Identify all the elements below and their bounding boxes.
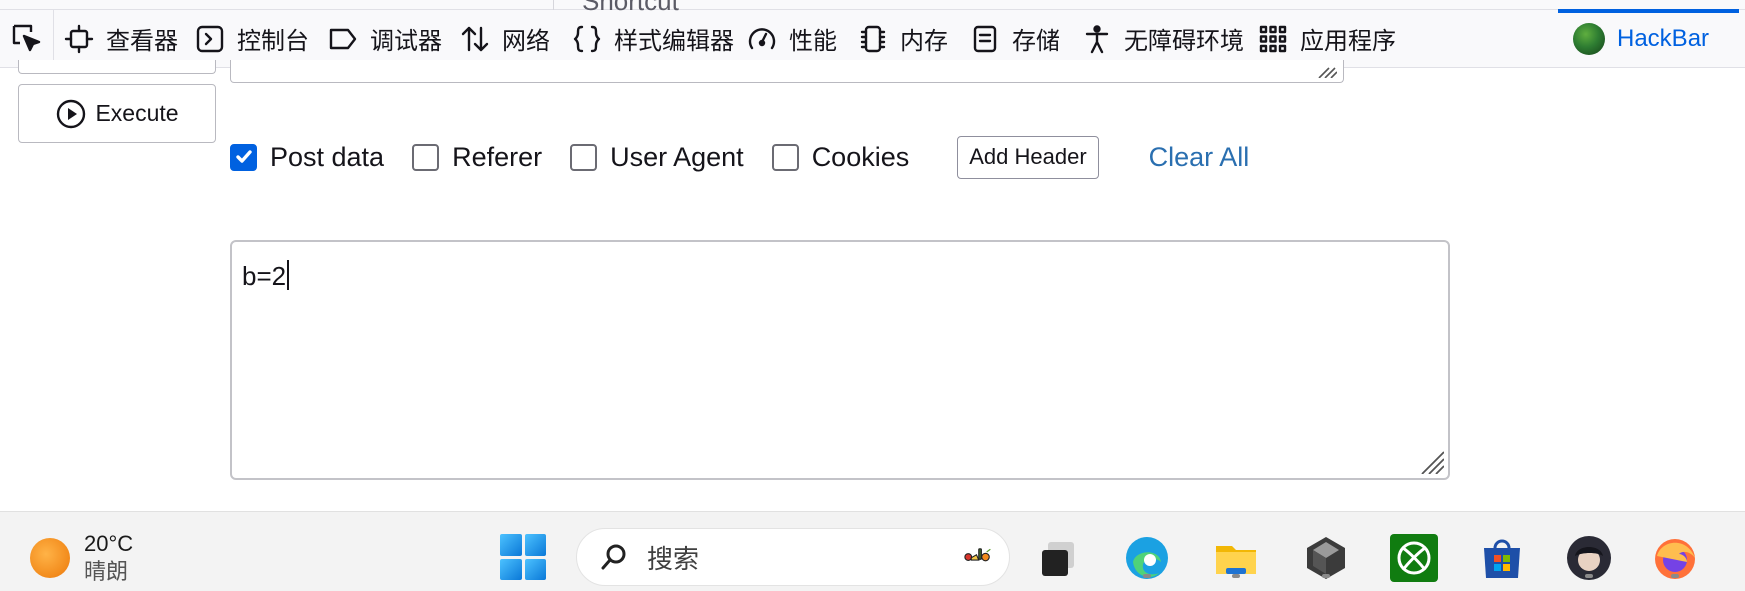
post-body-text: b=2 bbox=[242, 261, 287, 291]
console-icon bbox=[196, 25, 224, 52]
performance-icon bbox=[748, 27, 776, 49]
cookies-checkbox[interactable]: Cookies bbox=[771, 141, 910, 173]
accessibility-icon bbox=[1085, 24, 1109, 53]
taskbar-search[interactable]: 搜索 bbox=[576, 528, 1010, 586]
food-illustration-icon bbox=[964, 548, 991, 562]
option-label: Cookies bbox=[811, 141, 910, 172]
referer-checkbox[interactable]: Referer bbox=[412, 142, 542, 173]
resize-grip-icon[interactable] bbox=[1315, 66, 1337, 78]
element-picker-icon bbox=[12, 24, 40, 51]
user-agent-checkbox[interactable]: User Agent bbox=[570, 142, 744, 173]
tab-label: 内存 bbox=[900, 28, 948, 55]
tab-hackbar[interactable]: HackBar bbox=[1557, 9, 1740, 68]
resize-grip-icon[interactable] bbox=[1418, 448, 1444, 474]
add-header-button[interactable]: Add Header bbox=[957, 135, 1099, 179]
style-editor-icon bbox=[573, 25, 601, 52]
tab-label: 网络 bbox=[502, 28, 550, 55]
unity-icon[interactable] bbox=[1302, 534, 1350, 582]
search-placeholder: 搜索 bbox=[647, 543, 700, 574]
application-icon bbox=[1259, 25, 1287, 52]
checkbox-unchecked-icon[interactable] bbox=[570, 143, 598, 171]
debugger-icon bbox=[329, 28, 357, 49]
tab-label: 控制台 bbox=[237, 28, 309, 55]
play-circle-icon bbox=[57, 99, 86, 128]
tab-label: 性能 bbox=[789, 28, 837, 55]
file-explorer-icon[interactable] bbox=[1212, 534, 1260, 582]
execute-label: Execute bbox=[95, 100, 179, 126]
running-indicator bbox=[1232, 574, 1240, 578]
tab-label: 应用程序 bbox=[1300, 28, 1396, 55]
tab-label: HackBar bbox=[1617, 24, 1710, 52]
post-data-textarea[interactable]: b=2 bbox=[230, 240, 1450, 480]
running-indicator bbox=[1585, 574, 1593, 578]
tab-label: 存储 bbox=[1012, 28, 1060, 55]
tab-label: 无障碍环境 bbox=[1124, 28, 1244, 55]
memory-icon bbox=[860, 25, 886, 52]
edge-icon[interactable] bbox=[1123, 534, 1171, 582]
option-label: Referer bbox=[452, 141, 543, 172]
task-view-icon[interactable] bbox=[1034, 534, 1082, 582]
request-options: Post data Referer User Agent Cookies Add… bbox=[230, 135, 1249, 179]
running-indicator bbox=[1143, 574, 1151, 578]
start-icon[interactable] bbox=[500, 534, 546, 580]
sun-icon bbox=[30, 538, 70, 578]
inspector-icon bbox=[64, 24, 94, 53]
execute-button[interactable]: Execute bbox=[18, 84, 216, 143]
devtools-toolbar: 查看器 控制台 调试器 网络 样式编辑器 性能 内存 存储 无障碍环境 应用程序… bbox=[0, 0, 1745, 68]
running-indicator bbox=[1671, 574, 1679, 578]
tab-label: 查看器 bbox=[106, 28, 178, 55]
xbox-icon[interactable] bbox=[1390, 534, 1438, 582]
storage-icon bbox=[973, 25, 997, 52]
network-icon bbox=[461, 26, 489, 51]
avatar-app-icon[interactable] bbox=[1565, 534, 1613, 582]
clipped-heading: Shortcut bbox=[582, 0, 679, 16]
search-icon bbox=[601, 544, 626, 570]
tab-label: 调试器 bbox=[370, 28, 442, 55]
option-label: Post data bbox=[270, 141, 385, 172]
checkbox-unchecked-icon[interactable] bbox=[412, 143, 440, 171]
microsoft-store-icon[interactable] bbox=[1478, 534, 1526, 582]
option-label: User Agent bbox=[610, 141, 744, 172]
post-data-checkbox[interactable]: Post data bbox=[230, 142, 384, 173]
panel-divider bbox=[553, 0, 554, 10]
text-caret bbox=[287, 260, 289, 290]
url-textarea-edge[interactable] bbox=[230, 60, 1344, 83]
windows-taskbar: 20°C 晴朗 搜索 bbox=[0, 511, 1745, 591]
checkbox-checked-icon[interactable] bbox=[230, 143, 257, 171]
previous-button-edge[interactable] bbox=[18, 60, 216, 74]
firefox-icon[interactable] bbox=[1651, 534, 1699, 582]
running-indicator bbox=[1322, 574, 1330, 578]
weather-widget[interactable]: 20°C 晴朗 bbox=[30, 530, 133, 586]
clear-all-link[interactable]: Clear All bbox=[1149, 142, 1250, 173]
hackbar-logo-icon bbox=[1573, 22, 1605, 55]
checkbox-unchecked-icon[interactable] bbox=[771, 143, 799, 171]
weather-condition: 晴朗 bbox=[84, 559, 129, 584]
tab-label: 样式编辑器 bbox=[614, 28, 734, 55]
weather-temperature: 20°C bbox=[84, 531, 134, 556]
